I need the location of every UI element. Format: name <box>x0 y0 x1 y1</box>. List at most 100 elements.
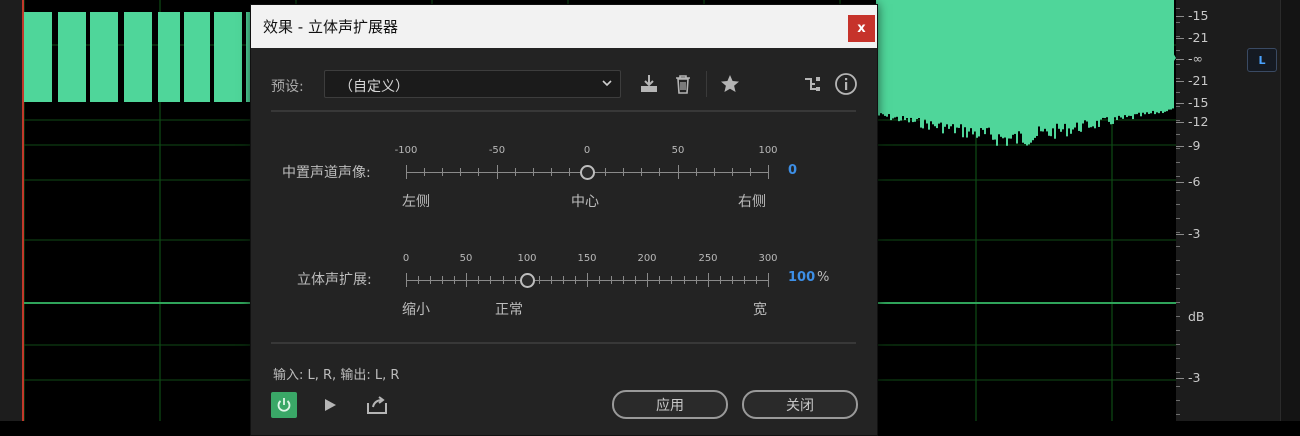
waveform-segment <box>920 0 922 128</box>
slider-major-tick <box>708 273 709 287</box>
waveform-segment <box>958 0 960 128</box>
waveform-segment <box>1146 0 1148 113</box>
ruler-label: -15 <box>1188 95 1209 110</box>
slider-minor-tick <box>623 276 624 284</box>
ruler-label: -6 <box>1188 174 1201 189</box>
center-pan-slider[interactable]: -100 -50 0 50 100 <box>395 145 778 185</box>
ruler-label: -3 <box>1188 370 1201 385</box>
dialog-titlebar[interactable]: 效果 - 立体声扩展器 x <box>251 5 877 48</box>
slider-minor-tick <box>442 168 443 176</box>
preset-label: 预设: <box>271 79 304 95</box>
waveform-segment <box>980 0 982 129</box>
waveform-segment <box>1104 0 1106 119</box>
waveform-segment <box>1116 0 1118 120</box>
waveform-segment <box>1152 0 1154 111</box>
waveform-segment <box>1010 0 1012 139</box>
channel-badge[interactable]: L <box>1247 48 1277 72</box>
waveform-segment <box>1078 0 1080 131</box>
slider-thumb[interactable] <box>520 273 535 288</box>
waveform-segment <box>1120 0 1122 118</box>
waveform-segment <box>972 0 974 135</box>
center-pan-value[interactable]: 0 <box>788 163 797 178</box>
slider-minor-tick <box>551 276 552 284</box>
stereo-expand-slider[interactable]: 0 50 100 150 200 250 300 <box>402 253 778 293</box>
star-icon[interactable] <box>717 71 743 97</box>
slider-minor-tick <box>605 168 606 176</box>
waveform-segment <box>900 0 902 121</box>
waveform-segment <box>1072 0 1074 130</box>
routing-icon[interactable] <box>800 71 826 97</box>
slider-minor-tick <box>696 276 697 284</box>
waveform-segment <box>928 0 930 130</box>
ruler-minor-tick <box>1176 232 1180 233</box>
ruler-minor-tick <box>1176 92 1180 93</box>
close-button[interactable]: 关闭 <box>742 390 858 419</box>
ruler-label: -15 <box>1188 8 1209 23</box>
slider-minor-tick <box>714 168 715 176</box>
slider-scale-label: 50 <box>459 253 473 264</box>
slider-minor-tick <box>641 168 642 176</box>
ruler-tick <box>1176 146 1184 147</box>
power-icon[interactable] <box>271 392 297 418</box>
waveform-segment <box>982 0 984 130</box>
waveform-segment <box>966 0 968 138</box>
export-icon[interactable] <box>366 394 388 416</box>
waveform-segment <box>906 0 908 119</box>
waveform-segment <box>884 0 886 116</box>
slider-major-tick <box>406 165 407 179</box>
ruler-minor-tick <box>1176 302 1180 303</box>
apply-button[interactable]: 应用 <box>612 390 728 419</box>
waveform-segment <box>1088 0 1090 128</box>
ruler-tick <box>1176 103 1184 104</box>
ruler-label: -9 <box>1188 138 1201 153</box>
slider-thumb[interactable] <box>580 165 595 180</box>
waveform-segment <box>926 0 928 124</box>
ruler-label: -21 <box>1188 73 1209 88</box>
ruler-tick <box>1176 16 1184 17</box>
ruler-minor-tick <box>1176 120 1180 121</box>
ruler-label: -21 <box>1188 30 1209 45</box>
waveform-segment <box>1148 0 1150 114</box>
waveform-segment <box>956 0 958 128</box>
slider-scale-label: 0 <box>402 253 410 264</box>
slider-minor-tick <box>611 276 612 284</box>
slider-minor-tick <box>551 168 552 176</box>
pan-right-label: 右侧 <box>738 194 766 210</box>
waveform-segment <box>1056 0 1058 124</box>
close-icon[interactable]: x <box>848 15 875 42</box>
waveform-segment <box>978 0 980 137</box>
waveform-segment <box>878 0 880 116</box>
waveform-segment <box>1000 0 1002 137</box>
slider-scale-label: -50 <box>488 145 506 156</box>
waveform-segment <box>904 0 906 120</box>
ruler-tick <box>1176 81 1184 82</box>
waveform-segment <box>894 0 896 118</box>
download-icon[interactable] <box>636 71 662 97</box>
waveform-segment <box>1062 0 1064 130</box>
waveform-segment <box>882 0 884 115</box>
slider-minor-tick <box>720 276 721 284</box>
slider-major-tick <box>406 273 407 287</box>
waveform-segment <box>1118 0 1120 116</box>
info-icon[interactable] <box>833 71 859 97</box>
preset-dropdown[interactable]: （自定义） <box>324 70 621 98</box>
waveform-segment <box>1134 0 1136 115</box>
waveform-segment <box>1020 0 1022 134</box>
waveform-segment <box>1016 0 1018 144</box>
waveform-segment <box>1028 0 1030 145</box>
waveform-segment <box>1098 0 1100 127</box>
slider-minor-tick <box>684 276 685 284</box>
waveform-segment <box>1128 0 1130 116</box>
waveform-segment <box>1130 0 1132 116</box>
waveform-segment <box>1044 0 1046 129</box>
play-icon[interactable] <box>319 394 341 416</box>
stereo-expand-value[interactable]: 100 <box>788 270 815 285</box>
waveform-segment <box>1140 0 1142 117</box>
ruler-label: -∞ <box>1188 51 1203 66</box>
ruler-minor-tick <box>1176 274 1180 275</box>
trash-icon[interactable] <box>670 71 696 97</box>
waveform-segment <box>976 0 978 138</box>
waveform-segment <box>1060 0 1062 132</box>
waveform-segment <box>950 0 952 127</box>
ruler-minor-tick <box>1176 260 1180 261</box>
